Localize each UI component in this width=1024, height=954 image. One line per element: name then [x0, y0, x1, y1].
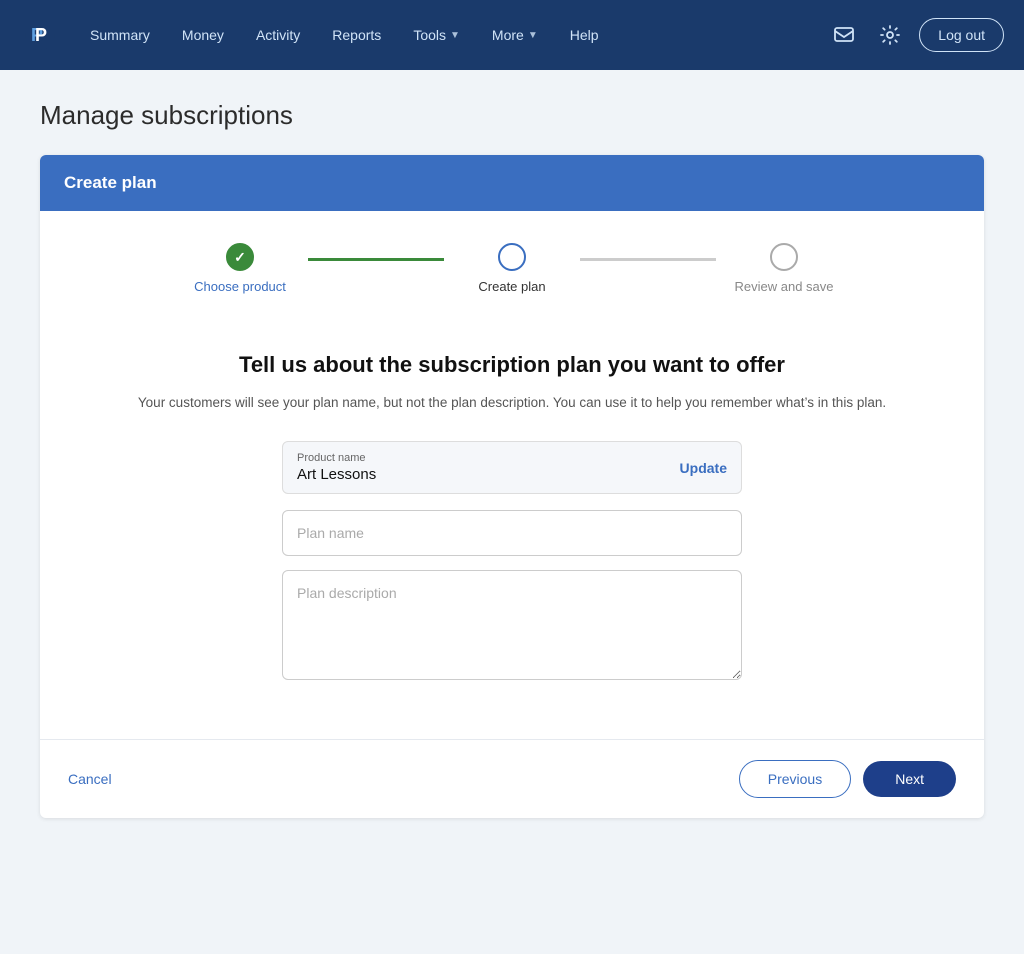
plan-description-field[interactable]	[282, 570, 742, 685]
next-button[interactable]: Next	[863, 761, 956, 797]
footer-right: Previous Next	[739, 760, 956, 798]
previous-button[interactable]: Previous	[739, 760, 851, 798]
step-choose-product: ✓ Choose product	[172, 243, 308, 294]
update-button[interactable]: Update	[680, 460, 727, 476]
step-create-plan: Create plan	[444, 243, 580, 294]
step-label-3: Review and save	[735, 279, 834, 294]
paypal-logo: P P	[20, 15, 60, 55]
more-chevron-icon: ▼	[528, 30, 538, 41]
nav-menu: Summary Money Activity Reports Tools ▼ M…	[76, 19, 827, 51]
step-label-2: Create plan	[478, 279, 545, 294]
page-title: Manage subscriptions	[40, 100, 984, 131]
logout-button[interactable]: Log out	[919, 18, 1004, 52]
plan-name-input[interactable]	[282, 510, 742, 556]
svg-text:P: P	[35, 25, 47, 45]
step-line-2	[580, 258, 716, 261]
form-section: Tell us about the subscription plan you …	[40, 318, 984, 739]
nav-activity[interactable]: Activity	[242, 19, 314, 51]
navbar: P P Summary Money Activity Reports Tools…	[0, 0, 1024, 70]
card-header-title: Create plan	[64, 173, 157, 192]
product-field-label: Product name	[297, 452, 376, 464]
nav-money[interactable]: Money	[168, 19, 238, 51]
page-wrapper: Manage subscriptions Create plan ✓ Choos…	[0, 70, 1024, 848]
form-title: Tell us about the subscription plan you …	[100, 350, 924, 381]
settings-button[interactable]	[873, 18, 907, 52]
create-plan-card: Create plan ✓ Choose product	[40, 155, 984, 818]
product-field-value: Art Lessons	[297, 466, 376, 483]
step-circle-3	[770, 243, 798, 271]
navbar-actions: Log out	[827, 18, 1004, 52]
tools-chevron-icon: ▼	[450, 30, 460, 41]
product-field: Product name Art Lessons Update	[282, 441, 742, 494]
plan-description-input[interactable]	[282, 570, 742, 680]
cancel-button[interactable]: Cancel	[68, 771, 112, 787]
nav-help[interactable]: Help	[556, 19, 613, 51]
nav-summary[interactable]: Summary	[76, 19, 164, 51]
step-circle-2	[498, 243, 526, 271]
step-circle-1: ✓	[226, 243, 254, 271]
card-header: Create plan	[40, 155, 984, 211]
messages-button[interactable]	[827, 18, 861, 52]
stepper-container: ✓ Choose product Create plan	[40, 211, 984, 318]
plan-name-field[interactable]	[282, 510, 742, 556]
nav-reports[interactable]: Reports	[318, 19, 395, 51]
nav-more[interactable]: More ▼	[478, 19, 552, 51]
nav-tools[interactable]: Tools ▼	[399, 19, 474, 51]
step-review-save: Review and save	[716, 243, 852, 294]
card-footer: Cancel Previous Next	[40, 739, 984, 818]
step-label-1: Choose product	[194, 279, 286, 294]
step-line-1	[308, 258, 444, 261]
checkmark-icon: ✓	[234, 249, 246, 266]
stepper: ✓ Choose product Create plan	[172, 243, 852, 294]
form-subtitle: Your customers will see your plan name, …	[100, 393, 924, 413]
